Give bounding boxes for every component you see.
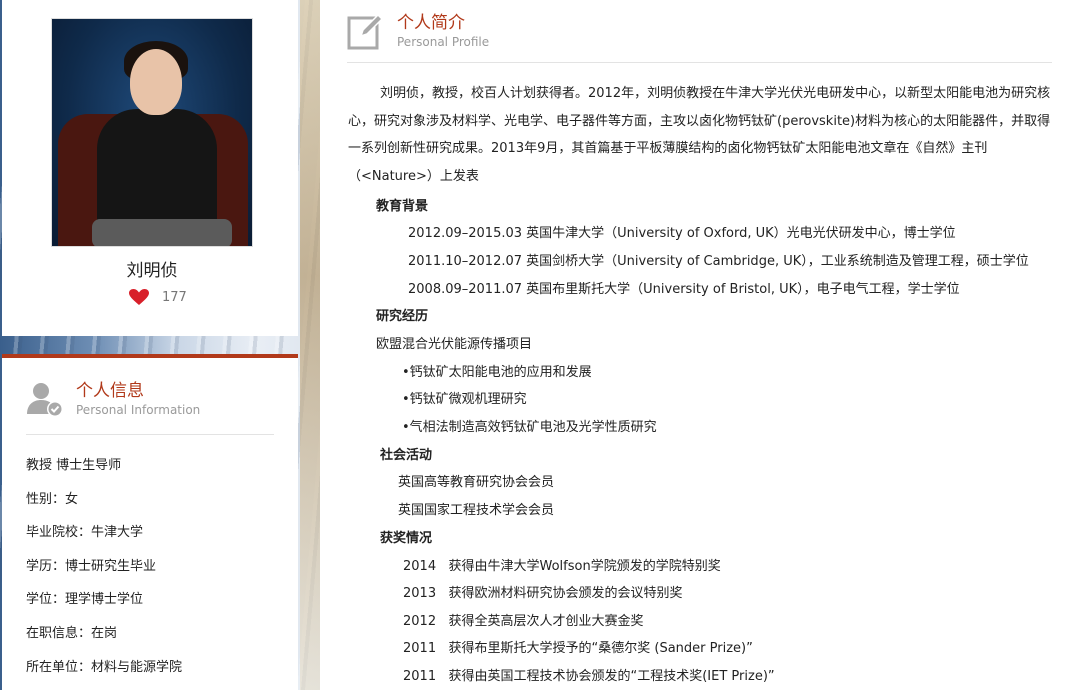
award-text: 获得由牛津大学Wolfson学院颁发的学院特别奖	[448, 559, 721, 574]
likes-count: 177	[162, 289, 187, 305]
info-header: 个人信息 Personal Information	[26, 380, 200, 418]
info-item: 学位：理学博士学位	[26, 592, 144, 608]
research-item: •钙钛矿太阳能电池的应用和发展	[402, 365, 592, 380]
profile-main: 个人简介 Personal Profile 刘明侦，教授，校百人计划获得者。20…	[320, 0, 1080, 690]
award-text: 获得全英高层次人才创业大赛金奖	[448, 614, 644, 629]
info-title: 个人信息	[76, 381, 144, 401]
info-item: 性别：女	[26, 491, 79, 507]
award-text: 获得由英国工程技术协会颁发的“工程技术奖(IET Prize)”	[448, 669, 775, 684]
edit-icon	[347, 12, 384, 50]
divider	[347, 62, 1052, 63]
intro-paragraph: 刘明侦，教授，校百人计划获得者。2012年，刘明侦教授在牛津大学光伏光电研发中心…	[348, 86, 1051, 184]
award-year: 2011	[403, 641, 437, 656]
user-check-icon	[26, 380, 64, 418]
info-list: 教授 博士生导师 性别：女 毕业院校：牛津大学 学历：博士研究生毕业 学位：理学…	[26, 457, 182, 690]
social-item: 英国国家工程技术学会会员	[398, 503, 555, 518]
profile-name: 刘明侦	[126, 261, 178, 281]
education-item: 2012.09–2015.03 英国牛津大学（University of Oxf…	[408, 226, 956, 241]
award-text: 获得欧洲材料研究协会颁发的会议特别奖	[448, 586, 683, 601]
section-header: 个人简介 Personal Profile	[347, 12, 489, 50]
award-item: 2011 获得布里斯托大学授予的“桑德尔奖 (Sander Prize)”	[403, 637, 753, 656]
social-heading: 社会活动	[380, 448, 433, 463]
award-text: 获得布里斯托大学授予的“桑德尔奖 (Sander Prize)”	[448, 641, 753, 656]
background-strip	[300, 0, 320, 690]
education-item: 2011.10–2012.07 英国剑桥大学（University of Cam…	[408, 254, 1029, 269]
profile-card: 刘明侦 177	[2, 0, 298, 336]
personal-info-panel: 个人信息 Personal Information 教授 博士生导师 性别：女 …	[2, 358, 298, 690]
heart-icon[interactable]	[128, 288, 150, 306]
info-item: 所在单位：材料与能源学院	[26, 659, 183, 675]
info-item: 教授 博士生导师	[26, 458, 122, 473]
section-subtitle: Personal Profile	[397, 35, 490, 49]
education-item: 2008.09–2011.07 英国布里斯托大学（University of B…	[408, 282, 960, 297]
awards-heading: 获奖情况	[380, 531, 433, 546]
award-item: 2012 获得全英高层次人才创业大赛金奖	[403, 610, 644, 629]
info-item: 毕业院校：牛津大学	[26, 525, 144, 541]
award-year: 2013	[403, 586, 437, 601]
info-item: 在职信息：在岗	[26, 625, 118, 641]
likes-counter[interactable]: 177	[128, 288, 187, 306]
info-subtitle: Personal Information	[76, 403, 201, 417]
section-title: 个人简介	[397, 13, 465, 33]
award-year: 2012	[403, 614, 437, 629]
profile-photo	[51, 18, 253, 247]
info-item: 学历：博士研究生毕业	[26, 558, 157, 574]
research-item: •钙钛矿微观机理研究	[402, 392, 527, 407]
research-project: 欧盟混合光伏能源传播项目	[376, 337, 533, 352]
award-item: 2011 获得由英国工程技术协会颁发的“工程技术奖(IET Prize)”	[403, 665, 775, 684]
award-item: 2013 获得欧洲材料研究协会颁发的会议特别奖	[403, 582, 683, 601]
research-item: •气相法制造高效钙钛矿电池及光学性质研究	[402, 420, 657, 435]
award-item: 2014 获得由牛津大学Wolfson学院颁发的学院特别奖	[403, 555, 721, 574]
social-item: 英国高等教育研究协会会员	[398, 475, 555, 490]
education-heading: 教育背景	[376, 199, 429, 214]
research-heading: 研究经历	[376, 309, 429, 324]
award-year: 2011	[403, 669, 437, 684]
divider	[26, 434, 274, 435]
award-year: 2014	[403, 559, 437, 574]
